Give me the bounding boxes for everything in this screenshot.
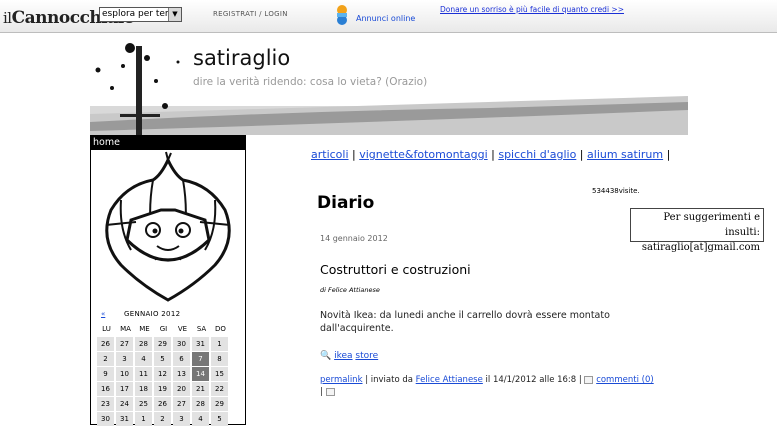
calendar-week: 23 24 25 26 27 28 29 [97, 397, 245, 411]
nav-separator: | [487, 148, 499, 161]
calendar-day[interactable]: 31 [116, 412, 133, 426]
weekday-label: ME [139, 325, 150, 333]
nav-link[interactable]: spicchi d'aglio [498, 148, 576, 161]
visit-counter: 534438visite. [592, 187, 640, 195]
calendar-day[interactable]: 5 [211, 412, 228, 426]
calendar-day[interactable]: 27 [173, 397, 190, 411]
calendar-weekdays: LU MA ME GI VE SA DO [97, 322, 245, 336]
calendar-day[interactable]: 19 [154, 382, 171, 396]
calendar-day[interactable]: 6 [173, 352, 190, 366]
nav-separator: | [576, 148, 588, 161]
calendar-day[interactable]: 26 [97, 337, 114, 351]
calendar-day[interactable]: 27 [116, 337, 133, 351]
calendar-day[interactable]: 12 [154, 367, 171, 381]
calendar-day[interactable]: 1 [211, 337, 228, 351]
calendar-day[interactable]: 30 [173, 337, 190, 351]
section-title: Diario [317, 193, 375, 213]
tag-link-store[interactable]: store [355, 351, 378, 361]
weekday-label: GI [159, 325, 168, 333]
calendar-day[interactable]: 7 [192, 352, 209, 366]
calendar-day[interactable]: 23 [97, 397, 114, 411]
calendar-day[interactable]: 26 [154, 397, 171, 411]
nav-separator: | [348, 148, 360, 161]
calendar-week: 26 27 28 29 30 31 1 [97, 337, 245, 351]
calendar-day[interactable]: 13 [173, 367, 190, 381]
calendar-day[interactable]: 3 [173, 412, 190, 426]
sidebar: home « GENNAIO 2012 LU MA ME GI VE SA DO 26 27 2… [90, 135, 246, 426]
onion-mascot-image [105, 151, 231, 302]
calendar-day[interactable]: 25 [135, 397, 152, 411]
calendar-day[interactable]: 9 [97, 367, 114, 381]
donate-link[interactable]: Donare un sorriso è più facile di quanto… [440, 5, 624, 14]
weekday-label: DO [215, 325, 226, 333]
calendar: « GENNAIO 2012 LU MA ME GI VE SA DO 26 27 28 29 30… [91, 306, 245, 426]
tag-icon: 🔍 [320, 351, 332, 361]
nav-link[interactable]: alium satirum [587, 148, 663, 161]
post-date: 14 gennaio 2012 [320, 234, 388, 243]
print-icon[interactable] [325, 387, 335, 396]
tag-link-ikea[interactable]: ikea [334, 351, 352, 361]
calendar-day[interactable]: 4 [192, 412, 209, 426]
calendar-day[interactable]: 22 [211, 382, 228, 396]
calendar-prev-link[interactable]: « [101, 306, 105, 322]
post-title[interactable]: Costruttori e costruzioni [320, 262, 471, 277]
post-tags: 🔍 ikea store [320, 351, 378, 361]
post-meta: permalink | inviato da Felice Attianese … [320, 375, 654, 397]
calendar-day[interactable]: 10 [116, 367, 133, 381]
annunci-link[interactable]: Annunci online [356, 14, 415, 23]
calendar-day[interactable]: 28 [192, 397, 209, 411]
site-title[interactable]: satiraglio [193, 46, 290, 70]
calendar-day[interactable]: 5 [154, 352, 171, 366]
author-link[interactable]: Felice Attianese [416, 375, 483, 385]
nav-link[interactable]: articoli [311, 148, 349, 161]
comments-link[interactable]: commenti (0) [596, 375, 654, 385]
calendar-day[interactable]: 11 [135, 367, 152, 381]
post-author: di Felice Attianese [320, 286, 380, 294]
weekday-label: VE [177, 325, 188, 333]
calendar-day[interactable]: 29 [154, 337, 171, 351]
contact-note: Per suggerimenti e insulti: satiraglio[a… [630, 208, 764, 253]
weekday-label: LU [102, 325, 111, 333]
blog-header: satiraglio dire la verità ridendo: cosa … [90, 36, 688, 135]
annunci-icon[interactable] [334, 4, 350, 26]
calendar-week: 16 17 18 19 20 21 22 [97, 382, 245, 396]
calendar-day[interactable]: 21 [192, 382, 209, 396]
calendar-day[interactable]: 16 [97, 382, 114, 396]
calendar-day[interactable]: 3 [116, 352, 133, 366]
weekday-label: MA [120, 325, 131, 333]
calendar-day[interactable]: 1 [135, 412, 152, 426]
nav-link[interactable]: vignette&fotomontaggi [359, 148, 487, 161]
calendar-day[interactable]: 24 [116, 397, 133, 411]
calendar-month: GENNAIO 2012 [124, 310, 181, 318]
calendar-week: 30 31 1 2 3 4 5 [97, 412, 245, 426]
calendar-day[interactable]: 20 [173, 382, 190, 396]
calendar-day[interactable]: 8 [211, 352, 228, 366]
comment-icon [584, 375, 594, 384]
calendar-day[interactable]: 29 [211, 397, 228, 411]
calendar-day[interactable]: 17 [116, 382, 133, 396]
calendar-week: 2345678 [97, 352, 245, 366]
calendar-day[interactable]: 18 [135, 382, 152, 396]
calendar-day[interactable]: 4 [135, 352, 152, 366]
calendar-grid: 26 27 28 29 30 31 1 2 3 4 5 6 7 8 9 10 11 12 13 14 15 16 17 18 1… [91, 337, 245, 426]
nav-separator: | [663, 148, 671, 161]
explore-select[interactable]: esplora per temi ▼ [99, 7, 182, 22]
home-link[interactable]: home [91, 136, 245, 150]
calendar-day[interactable]: 2 [154, 412, 171, 426]
chevron-down-icon: ▼ [168, 8, 181, 21]
weekday-label: SA [196, 325, 207, 333]
calendar-day[interactable]: 28 [135, 337, 152, 351]
post-body: Novità Ikea: da lunedi anche il carrello… [320, 310, 610, 334]
permalink-link[interactable]: permalink [320, 375, 363, 385]
calendar-day[interactable]: 2 [97, 352, 114, 366]
site-subtitle: dire la verità ridendo: cosa lo vieta? (… [193, 76, 428, 88]
category-nav: articoli | vignette&fotomontaggi | spicc… [311, 148, 670, 161]
register-login-link[interactable]: REGISTRATI / LOGIN [213, 10, 288, 18]
calendar-day[interactable]: 15 [211, 367, 228, 381]
calendar-day[interactable]: 30 [97, 412, 114, 426]
calendar-day[interactable]: 31 [192, 337, 209, 351]
calendar-day[interactable]: 14 [192, 367, 209, 381]
calendar-week: 9 10 11 12 13 14 15 [97, 367, 245, 381]
top-bar: ilCannocchiale esplora per temi ▼ REGISTR… [0, 0, 777, 33]
